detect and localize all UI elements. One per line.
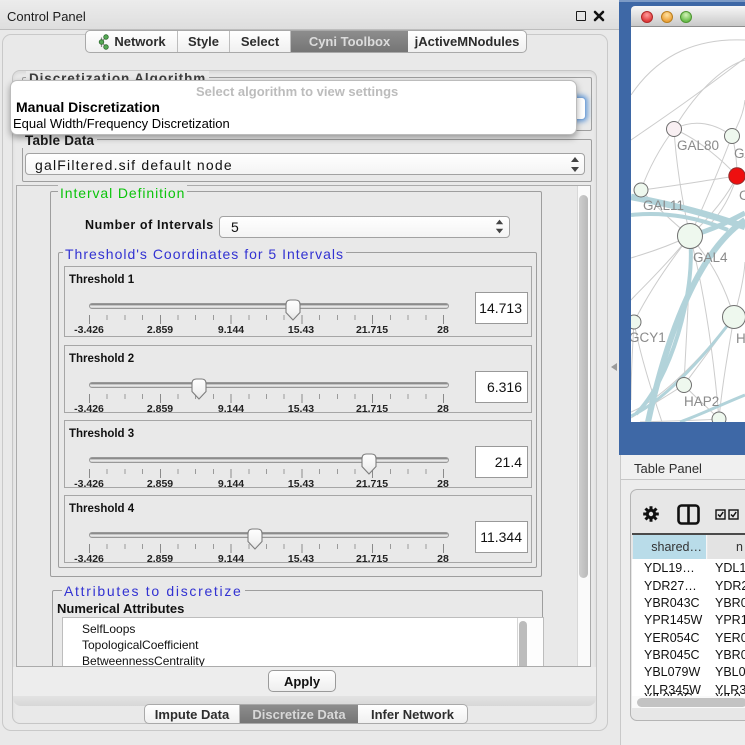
svg-text:GAL11: GAL11 — [643, 198, 684, 213]
svg-text:GAL: GAL — [734, 146, 745, 161]
svg-text:GAL4: GAL4 — [693, 250, 728, 265]
svg-text:H: H — [736, 331, 745, 346]
svg-text:HAP2: HAP2 — [684, 394, 719, 409]
svg-text:GCY1: GCY1 — [631, 330, 666, 345]
svg-text:GAL80: GAL80 — [677, 138, 719, 153]
svg-text:C: C — [739, 188, 745, 203]
